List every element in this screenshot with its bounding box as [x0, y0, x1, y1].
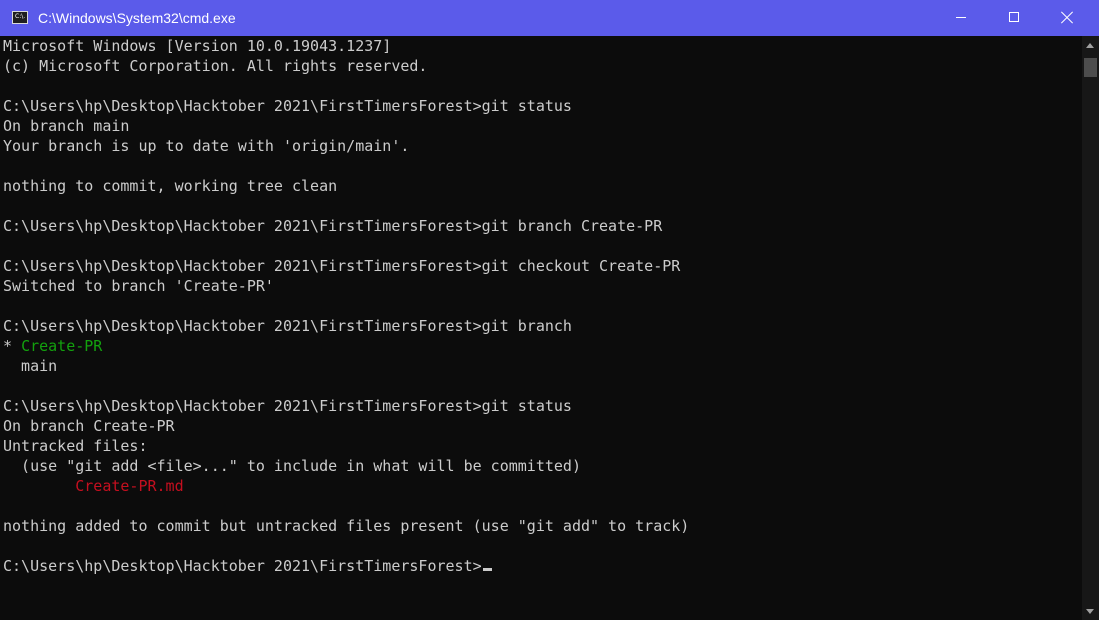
current-branch-name: Create-PR [21, 337, 103, 355]
current-branch-marker: * [3, 337, 22, 355]
window-title: C:\Windows\System32\cmd.exe [38, 10, 236, 26]
cmd-icon[interactable]: C:\. [12, 11, 28, 24]
console-output[interactable]: Microsoft Windows [Version 10.0.19043.12… [0, 36, 1082, 620]
console-line: C:\Users\hp\Desktop\Hacktober 2021\First… [3, 397, 572, 415]
console-line: C:\Users\hp\Desktop\Hacktober 2021\First… [3, 317, 572, 335]
console-line: (use "git add <file>..." to include in w… [3, 457, 581, 475]
console-line: Microsoft Windows [Version 10.0.19043.12… [3, 37, 392, 55]
close-icon [1060, 11, 1074, 25]
scroll-up-arrow-icon[interactable] [1086, 43, 1094, 48]
console-line: C:\Users\hp\Desktop\Hacktober 2021\First… [3, 257, 681, 275]
maximize-button[interactable] [991, 0, 1037, 36]
untracked-file: Create-PR.md [3, 477, 184, 495]
console-line: (c) Microsoft Corporation. All rights re… [3, 57, 428, 75]
cmd-icon-text: C:\. [15, 13, 26, 20]
console-line: nothing added to commit but untracked fi… [3, 517, 690, 535]
console-line: nothing to commit, working tree clean [3, 177, 338, 195]
text-cursor [482, 568, 492, 571]
console-line: Switched to branch 'Create-PR' [3, 277, 274, 295]
prompt-text: C:\Users\hp\Desktop\Hacktober 2021\First… [3, 557, 482, 575]
minimize-icon [956, 17, 966, 18]
close-button[interactable] [1044, 0, 1090, 36]
console-line: Your branch is up to date with 'origin/m… [3, 137, 410, 155]
title-bar[interactable]: C:\. C:\Windows\System32\cmd.exe [0, 0, 1099, 36]
console-line: main [3, 357, 58, 375]
console-line: C:\Users\hp\Desktop\Hacktober 2021\First… [3, 217, 663, 235]
console-line: Untracked files: [3, 437, 148, 455]
command-prompt-line: C:\Users\hp\Desktop\Hacktober 2021\First… [3, 556, 492, 576]
console-line: * Create-PR [3, 336, 102, 356]
cmd-window: C:\. C:\Windows\System32\cmd.exe Microso… [0, 0, 1099, 620]
scroll-thumb[interactable] [1084, 58, 1097, 77]
console-line: On branch main [3, 117, 130, 135]
console-line: C:\Users\hp\Desktop\Hacktober 2021\First… [3, 97, 572, 115]
vertical-scrollbar[interactable] [1082, 36, 1099, 620]
minimize-button[interactable] [938, 0, 984, 36]
console-line: On branch Create-PR [3, 417, 175, 435]
scroll-down-arrow-icon[interactable] [1086, 609, 1094, 614]
maximize-icon [1009, 12, 1019, 22]
